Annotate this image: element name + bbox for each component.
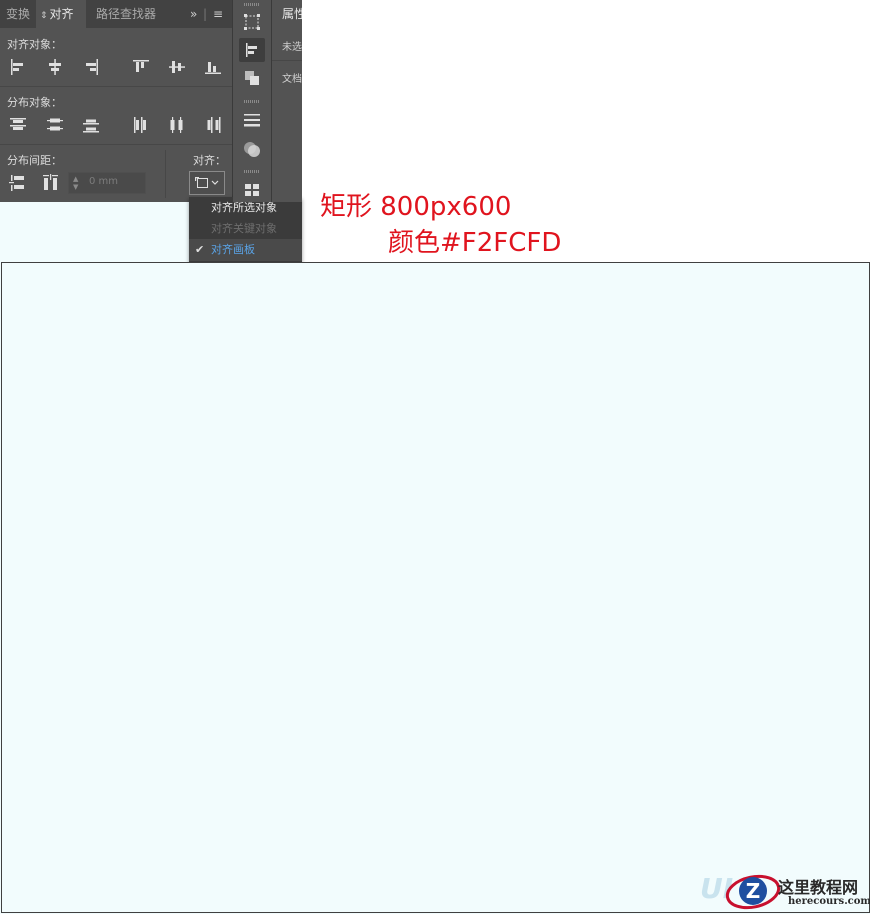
distribute-bottom-icon[interactable]	[80, 114, 102, 136]
align-objects-label: 对齐对象：	[7, 38, 62, 51]
section-divider	[272, 60, 302, 61]
menu-item-align-artboard[interactable]: ✔ 对齐画板	[189, 239, 302, 261]
panel-menu-icon[interactable]: ≡	[213, 0, 223, 28]
transform-panel-icon[interactable]	[239, 10, 265, 34]
align-vertical-center-icon[interactable]	[166, 56, 188, 78]
rectangle-shape[interactable]	[1, 262, 870, 913]
watermark-site-name: 这里教程网	[778, 878, 859, 897]
transparency-panel-icon[interactable]	[239, 136, 265, 160]
vertical-distribute-space-icon[interactable]	[7, 172, 29, 194]
align-panel-icon[interactable]	[239, 38, 265, 62]
panel-dock-toolbar	[233, 0, 272, 202]
section-divider	[0, 86, 232, 87]
tab-arrows-icon: ⇕	[40, 11, 48, 21]
align-horizontal-center-icon[interactable]	[44, 56, 66, 78]
align-top-icon[interactable]	[130, 56, 152, 78]
align-to-dropdown-button[interactable]	[189, 171, 225, 195]
align-to-artboard-icon	[195, 177, 219, 188]
artboards-panel-icon[interactable]	[239, 178, 265, 202]
distribute-top-icon[interactable]	[7, 114, 29, 136]
tab-separator: |	[203, 7, 208, 21]
section-divider	[165, 150, 166, 198]
drag-grip[interactable]	[244, 170, 260, 173]
site-logo-icon: Z	[725, 874, 781, 910]
align-bottom-icon[interactable]	[202, 56, 224, 78]
spacing-value-field[interactable]: ▲ ▼ 0 mm	[68, 172, 146, 194]
properties-panel: 属性 未选 文档	[272, 0, 302, 202]
distribute-left-icon[interactable]	[130, 114, 152, 136]
drag-grip[interactable]	[244, 100, 260, 103]
align-to-menu: 对齐所选对象 对齐关键对象 ✔ 对齐画板	[189, 197, 302, 262]
watermark-url: herecours.com	[788, 896, 870, 907]
expand-panel-icon[interactable]: »	[190, 0, 197, 28]
annotation-size: 矩形 800px600	[320, 192, 512, 222]
horizontal-distribute-space-icon[interactable]	[40, 172, 62, 194]
no-selection-text: 未选	[282, 42, 302, 53]
section-divider	[0, 144, 232, 145]
pathfinder-panel-icon[interactable]	[239, 66, 265, 90]
distribute-right-icon[interactable]	[202, 114, 224, 136]
align-right-icon[interactable]	[80, 56, 102, 78]
tab-pathfinder[interactable]: 路径查找器	[86, 0, 166, 28]
distribute-objects-label: 分布对象：	[7, 96, 62, 109]
align-left-icon[interactable]	[7, 56, 29, 78]
stepper-arrows-icon[interactable]: ▲ ▼	[73, 175, 78, 191]
panel-tab-bar: 变换 ⇕ 对齐 路径查找器 » | ≡	[0, 0, 232, 28]
drag-grip[interactable]	[244, 3, 260, 6]
tab-transform[interactable]: 变换	[0, 0, 36, 28]
menu-item-align-key-object: 对齐关键对象	[211, 222, 277, 235]
tab-align[interactable]: ⇕ 对齐	[36, 0, 86, 28]
align-panel: 变换 ⇕ 对齐 路径查找器 » | ≡ 对齐对象： 分布对象： 分布间距： ▲ …	[0, 0, 233, 202]
properties-title: 属性	[282, 7, 302, 21]
align-to-label: 对齐：	[193, 154, 226, 167]
checkmark-icon: ✔	[195, 243, 205, 256]
watermark: UI Z 这里教程网 herecours.com	[700, 866, 870, 914]
annotation-color: 颜色#F2FCFD	[388, 228, 562, 258]
document-text: 文档	[282, 74, 302, 85]
distribute-spacing-label: 分布间距：	[7, 154, 62, 167]
distribute-vertical-center-icon[interactable]	[44, 114, 66, 136]
distribute-horizontal-center-icon[interactable]	[166, 114, 188, 136]
stroke-panel-icon[interactable]	[239, 108, 265, 132]
logo-letter: Z	[746, 879, 761, 903]
